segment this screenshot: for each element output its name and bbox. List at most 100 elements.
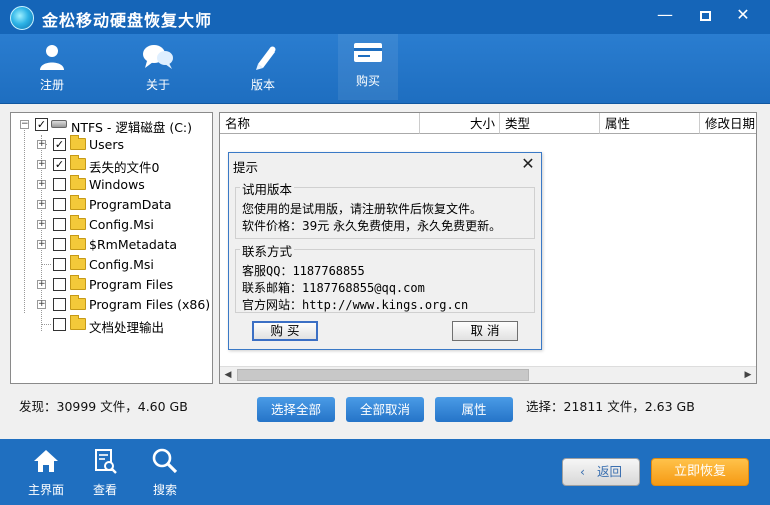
column-header-modified[interactable]: 修改日期 [700,113,756,134]
contact-email: 联系邮箱：1187768855@qq.com [242,281,425,295]
tree-checkbox[interactable] [53,278,66,291]
tree-item-lost-files[interactable]: + ✓ 丢失的文件0 [11,155,211,175]
contact-website: 官方网站：http://www.kings.org.cn [242,298,469,312]
tree-root-checkbox[interactable]: ✓ [35,118,48,131]
search-button[interactable]: 搜索 [142,447,188,498]
tree-item-program-files[interactable]: + Program Files [11,275,211,294]
tree-checkbox[interactable]: ✓ [53,158,66,171]
top-toolbar: 注册 关于 版本 购买 [0,34,770,104]
folder-icon [70,175,86,190]
tree-item-config-msi[interactable]: + Config.Msi [11,215,211,234]
dialog-cancel-button[interactable]: 取 消 [452,321,518,341]
view-icon [95,449,117,474]
folder-icon [70,215,86,230]
scroll-left-icon[interactable]: ◀ [220,367,236,383]
tree-item-label: Config.Msi [89,217,154,232]
folder-tree[interactable]: − ✓ NTFS - 逻辑磁盘 (C:) + ✓ Users + ✓ 丢失的文件… [10,112,213,384]
contact-qq: 客服QQ：1187768855 [242,264,365,278]
dialog-title: 提示 [233,160,259,175]
tree-checkbox[interactable] [53,258,66,271]
collapse-icon[interactable]: − [20,120,29,129]
tree-item-label: Windows [89,177,145,192]
register-label: 注册 [39,78,64,92]
tree-checkbox[interactable] [53,178,66,191]
horizontal-scrollbar[interactable]: ◀ ▶ [220,366,756,383]
tree-item-doc-output[interactable]: 文档处理输出 [11,315,211,335]
tree-item-programdata[interactable]: + ProgramData [11,195,211,214]
column-header-type[interactable]: 类型 [500,113,600,134]
about-label: 关于 [145,78,170,92]
folder-icon [70,275,86,290]
dialog-buy-button[interactable]: 购 买 [252,321,318,341]
maximize-icon [699,10,711,21]
tree-item-label: Config.Msi [89,257,154,272]
expand-icon[interactable]: + [37,180,46,189]
contact-group-title: 联系方式 [240,241,295,260]
tree-item-config-msi-2[interactable]: Config.Msi [11,255,211,274]
home-icon [34,450,58,472]
close-button[interactable]: ✕ [728,4,758,26]
start-recovery-button[interactable]: 立即恢复 [651,458,749,486]
column-header-name[interactable]: 名称 [220,113,420,134]
folder-icon [70,195,86,210]
back-label: 返回 [596,464,622,479]
tree-item-program-files-x86[interactable]: + Program Files (x86) [11,295,211,314]
column-header-attributes[interactable]: 属性 [600,113,700,134]
drive-icon [51,120,67,128]
expand-icon[interactable]: + [37,140,46,149]
tree-checkbox[interactable] [53,198,66,211]
version-button[interactable]: 版本 [233,38,293,98]
back-button[interactable]: ‹ 返回 [562,458,640,486]
home-button[interactable]: 主界面 [23,447,69,498]
expand-icon[interactable]: + [37,280,46,289]
search-icon [152,448,178,474]
trial-version-group: 试用版本 您使用的是试用版，请注册软件后恢复文件。 软件价格：39元 永久免费使… [235,179,535,239]
view-label: 查看 [92,483,117,497]
tree-item-label: Program Files [89,277,174,292]
expand-icon[interactable]: + [37,160,46,169]
scroll-thumb[interactable] [237,369,529,381]
trial-group-title: 试用版本 [240,179,295,198]
tree-item-windows[interactable]: + Windows [11,175,211,194]
expand-icon[interactable]: + [37,200,46,209]
minimize-button[interactable]: — [650,4,680,26]
app-logo-icon [10,6,34,30]
tree-root-row[interactable]: − ✓ NTFS - 逻辑磁盘 (C:) [11,116,211,135]
maximize-button[interactable] [690,4,720,26]
tree-item-label: Users [89,137,125,152]
deselect-all-button[interactable]: 全部取消 [346,397,424,422]
tree-checkbox[interactable] [53,318,66,331]
tree-checkbox[interactable]: ✓ [53,138,66,151]
search-label: 搜索 [152,483,177,497]
expand-icon[interactable]: + [37,220,46,229]
chevron-left-icon: ‹ [580,464,585,479]
dialog-close-icon[interactable]: ✕ [517,154,539,174]
register-icon [40,45,64,70]
expand-icon[interactable]: + [37,240,46,249]
buy-label: 购买 [355,74,380,88]
selected-status: 选择：21811 文件，2.63 GB [526,399,695,414]
folder-icon [70,235,86,250]
tree-checkbox[interactable] [53,298,66,311]
tree-item-rmmetadata[interactable]: + $RmMetadata [11,235,211,254]
buy-icon [354,43,382,62]
close-icon: ✕ [736,5,750,24]
minimize-icon: — [657,5,673,24]
tree-checkbox[interactable] [53,238,66,251]
scroll-right-icon[interactable]: ▶ [740,367,756,383]
tree-root-label: NTFS - 逻辑磁盘 (C:) [71,120,193,135]
tree-item-users[interactable]: + ✓ Users [11,135,211,154]
column-header-size[interactable]: 大小 [420,113,500,134]
buy-button[interactable]: 购买 [338,34,398,100]
price-message: 软件价格：39元 永久免费使用，永久免费更新。 [242,219,502,233]
select-all-button[interactable]: 选择全部 [257,397,335,422]
view-button[interactable]: 查看 [82,447,128,498]
window-title: 金松移动硬盘恢复大师 [42,11,213,30]
expand-icon[interactable]: + [37,300,46,309]
tree-item-label: Program Files (x86) [89,297,211,312]
version-label: 版本 [250,78,275,92]
register-button[interactable]: 注册 [22,38,82,98]
tree-checkbox[interactable] [53,218,66,231]
about-button[interactable]: 关于 [128,38,188,98]
properties-button[interactable]: 属性 [435,397,513,422]
